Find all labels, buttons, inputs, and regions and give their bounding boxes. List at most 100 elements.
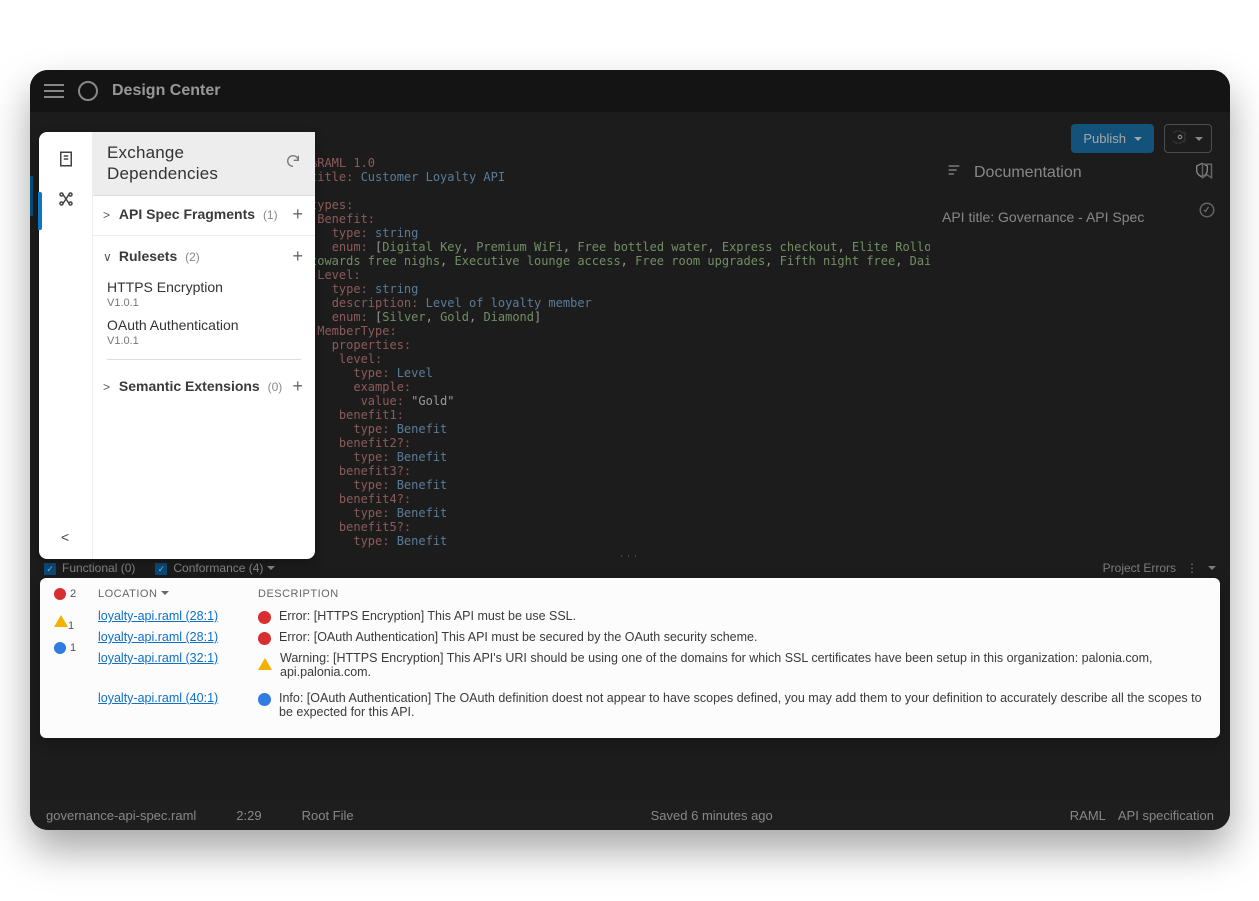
code-token: types:: [310, 198, 353, 212]
col-description: DESCRIPTION: [258, 588, 1206, 600]
location-link[interactable]: loyalty-api.raml (28:1): [98, 609, 218, 623]
drag-handle-icon[interactable]: ···: [620, 548, 641, 562]
location-link[interactable]: loyalty-api.raml (32:1): [98, 651, 218, 665]
collapse-panel-button[interactable]: <: [61, 529, 69, 545]
code-token: type:: [353, 366, 389, 380]
panel-title-line: Dependencies: [107, 163, 218, 184]
code-token: Express checkout: [722, 240, 838, 254]
files-icon[interactable]: [53, 146, 79, 172]
dependencies-icon[interactable]: [53, 186, 79, 212]
count-value: 1: [68, 620, 74, 632]
code-token: type:: [332, 282, 368, 296]
description-text: Warning: [HTTPS Encryption] This API's U…: [280, 651, 1206, 679]
code-token: towards free nighs: [310, 254, 440, 268]
table-row: loyalty-api.raml (28:1) Error: [HTTPS En…: [98, 606, 1206, 627]
list-icon[interactable]: [946, 162, 962, 183]
location-link[interactable]: loyalty-api.raml (28:1): [98, 630, 218, 644]
count-value: 2: [70, 588, 76, 600]
location-link[interactable]: loyalty-api.raml (40:1): [98, 691, 218, 705]
status-file: governance-api-spec.raml: [46, 808, 196, 823]
warning-count: 1: [54, 610, 74, 632]
logo-icon: [78, 81, 98, 101]
ruleset-version: V1.0.1: [107, 297, 303, 309]
code-token: title:: [310, 170, 353, 184]
gear-icon: [1173, 130, 1187, 147]
section-rulesets[interactable]: ∨ Rulesets (2) +: [93, 238, 315, 275]
section-count: (0): [268, 380, 283, 394]
project-errors-toggle[interactable]: Project Errors ⋮: [1103, 561, 1216, 575]
code-token: Elite Rollover nights: [852, 240, 930, 254]
code-token: enum:: [332, 310, 368, 324]
code-token: Silver: [382, 310, 425, 324]
code-token: Executive lounge access: [455, 254, 621, 268]
status-bar: governance-api-spec.raml 2:29 Root File …: [30, 800, 1230, 830]
code-token: type:: [353, 534, 389, 548]
chevron-down-icon: [267, 561, 275, 575]
problems-table: LOCATION DESCRIPTION loyalty-api.raml (2…: [98, 588, 1206, 728]
panel-rail: <: [39, 132, 93, 559]
code-token: Fifth night free: [780, 254, 896, 268]
add-fragment-button[interactable]: +: [292, 204, 303, 225]
refresh-icon[interactable]: [285, 153, 301, 173]
panel-body: Exchange Dependencies > API Spec Fragmen…: [93, 132, 315, 559]
section-api-fragments[interactable]: > API Spec Fragments (1) +: [93, 196, 315, 233]
description-text: Info: [OAuth Authentication] The OAuth d…: [279, 691, 1206, 719]
app-title: Design Center: [112, 82, 220, 100]
code-token: Benefit: [389, 450, 447, 464]
table-row: loyalty-api.raml (40:1) Info: [OAuth Aut…: [98, 688, 1206, 722]
table-row: loyalty-api.raml (32:1) Warning: [HTTPS …: [98, 648, 1206, 682]
activity-icon[interactable]: [1198, 201, 1216, 222]
code-token: Level of loyalty member: [418, 296, 591, 310]
status-lang: RAML: [1070, 808, 1106, 823]
code-token: Benefit: [389, 534, 447, 548]
code-token: Benefit: [389, 478, 447, 492]
info-count: 1: [54, 642, 76, 654]
bookmark-icon[interactable]: [1198, 162, 1216, 183]
right-rail: [1194, 162, 1220, 222]
code-token: Gold: [440, 310, 469, 324]
code-token: example:: [353, 380, 411, 394]
dependencies-panel: < Exchange Dependencies > API Spec Fragm…: [39, 132, 315, 559]
code-editor[interactable]: %RAML 1.0 title: Customer Loyalty API ty…: [310, 156, 930, 560]
col-location[interactable]: LOCATION: [98, 588, 157, 600]
status-saved: Saved 6 minutes ago: [651, 808, 773, 823]
ruleset-name: HTTPS Encryption: [107, 279, 303, 295]
code-token: Digital Key: [382, 240, 461, 254]
ruleset-item[interactable]: OAuth Authentication V1.0.1: [93, 313, 315, 351]
info-icon: [258, 693, 271, 706]
section-count: (1): [263, 208, 278, 222]
publish-button[interactable]: Publish: [1071, 124, 1154, 153]
problem-counts: 2 1 1: [54, 588, 82, 728]
kebab-icon[interactable]: ⋮: [1186, 567, 1198, 570]
status-spec: API specification: [1118, 808, 1214, 823]
section-label: Rulesets: [119, 248, 177, 264]
error-icon: [258, 611, 271, 624]
count-value: 1: [70, 642, 76, 654]
code-token: Level:: [317, 268, 360, 282]
code-token: benefit4?:: [339, 492, 411, 506]
functional-label: Functional (0): [62, 561, 135, 575]
menu-icon[interactable]: [44, 84, 64, 98]
conformance-label: Conformance (4): [173, 561, 263, 575]
conformance-filter[interactable]: ✓Conformance (4): [155, 561, 274, 576]
code-token: Benefit: [389, 506, 447, 520]
chevron-down-icon: [1195, 131, 1203, 146]
table-row: loyalty-api.raml (28:1) Error: [OAuth Au…: [98, 627, 1206, 648]
ruleset-item[interactable]: HTTPS Encryption V1.0.1: [93, 275, 315, 313]
table-header: LOCATION DESCRIPTION: [98, 588, 1206, 606]
code-token: type:: [353, 506, 389, 520]
ruleset-name: OAuth Authentication: [107, 317, 303, 333]
code-token: benefit2?:: [339, 436, 411, 450]
add-ruleset-button[interactable]: +: [292, 246, 303, 267]
code-token: Customer Loyalty API: [353, 170, 505, 184]
code-token: Daily beverage credit: [910, 254, 930, 268]
code-token: [: [368, 310, 382, 324]
code-token: Benefit: [389, 422, 447, 436]
code-token: Benefit:: [317, 212, 375, 226]
section-semantic-extensions[interactable]: > Semantic Extensions (0) +: [93, 368, 315, 405]
add-extension-button[interactable]: +: [292, 376, 303, 397]
code-token: Level: [389, 366, 432, 380]
settings-button[interactable]: [1164, 124, 1212, 153]
active-tab-indicator: [38, 192, 42, 230]
functional-filter[interactable]: ✓Functional (0): [44, 561, 135, 576]
